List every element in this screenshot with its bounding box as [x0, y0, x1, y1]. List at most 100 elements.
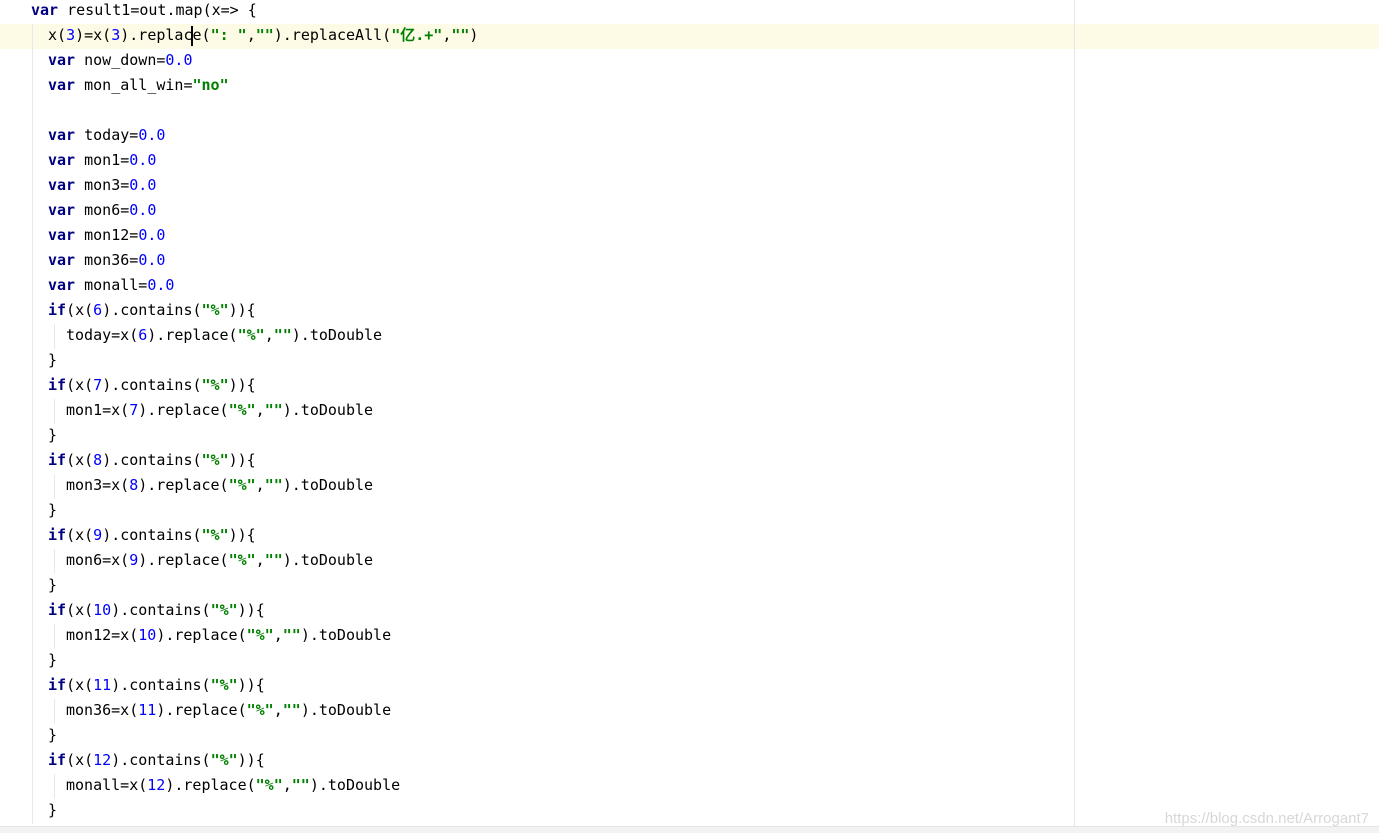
- code-token-txt: (x(: [66, 451, 94, 469]
- code-line[interactable]: mon6=x(9).replace("%","").toDouble: [0, 549, 1379, 574]
- code-token-txt: ,: [264, 326, 274, 344]
- code-line-content: }: [48, 574, 57, 596]
- code-token-txt: }: [48, 801, 58, 819]
- code-line[interactable]: }: [0, 574, 1379, 599]
- code-token-txt: ).toDouble: [309, 776, 401, 794]
- code-token-kw: var: [48, 151, 76, 169]
- code-line-content: }: [48, 649, 57, 671]
- code-line[interactable]: mon12=x(10).replace("%","").toDouble: [0, 624, 1379, 649]
- code-line[interactable]: mon36=x(11).replace("%","").toDouble: [0, 699, 1379, 724]
- code-token-txt: )){: [228, 526, 256, 544]
- code-token-num: 10: [138, 626, 157, 644]
- code-token-kw: var: [48, 176, 76, 194]
- code-token-txt: ).contains(: [111, 601, 211, 619]
- indent-guide: [32, 774, 33, 799]
- code-line[interactable]: if(x(8).contains("%")){: [0, 449, 1379, 474]
- code-token-txt: }: [48, 576, 58, 594]
- code-token-txt: (x(: [66, 376, 94, 394]
- code-line[interactable]: if(x(7).contains("%")){: [0, 374, 1379, 399]
- indent-guide: [32, 99, 33, 124]
- code-line[interactable]: }: [0, 499, 1379, 524]
- code-token-txt: mon1=: [75, 151, 130, 169]
- code-editor[interactable]: var result1=out.map(x=> {x(3)=x(3).repla…: [0, 0, 1379, 833]
- code-line[interactable]: if(x(10).contains("%")){: [0, 599, 1379, 624]
- code-line-content: x(3)=x(3).replace(": ","").replaceAll("亿…: [48, 24, 478, 46]
- code-line-content: mon12=x(10).replace("%","").toDouble: [66, 624, 391, 646]
- code-line[interactable]: mon1=x(7).replace("%","").toDouble: [0, 399, 1379, 424]
- code-line-content: if(x(6).contains("%")){: [48, 299, 256, 321]
- code-token-txt: ).contains(: [102, 301, 202, 319]
- code-token-txt: monall=: [75, 276, 148, 294]
- indent-guide: [32, 349, 33, 374]
- code-line[interactable]: }: [0, 424, 1379, 449]
- code-token-num: 12: [147, 776, 166, 794]
- code-token-txt: )=x(: [75, 26, 112, 44]
- indent-guide: [32, 724, 33, 749]
- code-token-str: "": [282, 626, 301, 644]
- indent-guide: [32, 324, 33, 349]
- horizontal-scrollbar[interactable]: [0, 826, 1379, 833]
- code-token-str: "no": [192, 76, 229, 94]
- code-token-str: "": [273, 326, 292, 344]
- code-token-txt: ).toDouble: [282, 551, 374, 569]
- code-line[interactable]: var mon6=0.0: [0, 199, 1379, 224]
- code-token-str: "%": [228, 551, 256, 569]
- code-line[interactable]: mon3=x(8).replace("%","").toDouble: [0, 474, 1379, 499]
- code-token-txt: ).contains(: [111, 751, 211, 769]
- code-token-txt: today=: [75, 126, 139, 144]
- code-token-kw: var: [48, 76, 76, 94]
- code-line[interactable]: var now_down=0.0: [0, 49, 1379, 74]
- code-line[interactable]: var monall=0.0: [0, 274, 1379, 299]
- code-line[interactable]: var mon12=0.0: [0, 224, 1379, 249]
- code-line[interactable]: }: [0, 649, 1379, 674]
- indent-guide: [32, 749, 33, 774]
- code-line[interactable]: }: [0, 349, 1379, 374]
- code-token-kw: if: [48, 676, 67, 694]
- code-line[interactable]: }: [0, 724, 1379, 749]
- code-token-txt: monall=x(: [66, 776, 148, 794]
- code-token-num: 0.0: [138, 226, 166, 244]
- code-line-content: var mon_all_win="no": [48, 74, 229, 96]
- code-token-str: ": ": [210, 26, 247, 44]
- code-line[interactable]: [0, 99, 1379, 124]
- code-token-str: "": [264, 551, 283, 569]
- indent-guide: [32, 249, 33, 274]
- code-token-num: 12: [93, 751, 112, 769]
- code-token-txt: mon36=x(: [66, 701, 139, 719]
- code-token-str: "%": [255, 776, 283, 794]
- indent-guide: [32, 199, 33, 224]
- code-line[interactable]: if(x(11).contains("%")){: [0, 674, 1379, 699]
- indent-guide: [32, 624, 33, 649]
- code-line[interactable]: today=x(6).replace("%","").toDouble: [0, 324, 1379, 349]
- code-line-content: mon1=x(7).replace("%","").toDouble: [66, 399, 373, 421]
- code-token-kw: if: [48, 526, 67, 544]
- code-token-txt: ).contains(: [102, 376, 202, 394]
- code-token-txt: x(: [48, 26, 67, 44]
- indent-guide: [32, 674, 33, 699]
- indent-guide: [32, 474, 33, 499]
- code-line[interactable]: var mon_all_win="no": [0, 74, 1379, 99]
- code-token-txt: ,: [255, 401, 265, 419]
- code-token-num: 6: [93, 301, 103, 319]
- code-token-kw: if: [48, 601, 67, 619]
- code-token-str: "": [282, 701, 301, 719]
- code-line[interactable]: if(x(6).contains("%")){: [0, 299, 1379, 324]
- code-line[interactable]: if(x(9).contains("%")){: [0, 524, 1379, 549]
- code-token-num: 8: [93, 451, 103, 469]
- code-token-txt: ).toDouble: [300, 626, 392, 644]
- code-line[interactable]: monall=x(12).replace("%","").toDouble: [0, 774, 1379, 799]
- code-line[interactable]: var today=0.0: [0, 124, 1379, 149]
- indent-guide: [32, 274, 33, 299]
- indent-guide: [32, 449, 33, 474]
- code-line[interactable]: if(x(12).contains("%")){: [0, 749, 1379, 774]
- code-line[interactable]: var mon3=0.0: [0, 174, 1379, 199]
- code-line-content: if(x(9).contains("%")){: [48, 524, 256, 546]
- code-line[interactable]: var result1=out.map(x=> {: [0, 0, 1379, 24]
- code-line[interactable]: x(3)=x(3).replace(": ","").replaceAll("亿…: [0, 24, 1379, 49]
- code-token-txt: ).replace(: [120, 26, 211, 44]
- indent-guide: [32, 124, 33, 149]
- code-token-str: "%": [201, 526, 229, 544]
- code-line-content: if(x(7).contains("%")){: [48, 374, 256, 396]
- code-line[interactable]: var mon36=0.0: [0, 249, 1379, 274]
- code-line[interactable]: var mon1=0.0: [0, 149, 1379, 174]
